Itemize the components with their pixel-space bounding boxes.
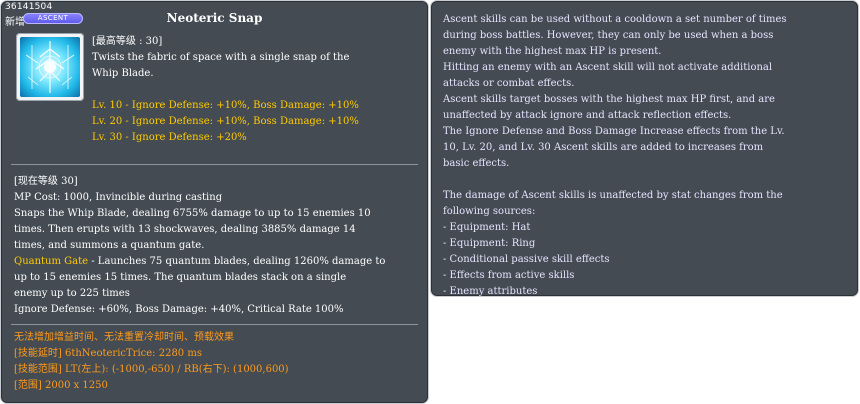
ascent-info-line: - Equipment: Ring	[443, 238, 536, 249]
level-bonus-30: Lv. 30 - Ignore Defense: +20%	[92, 132, 247, 143]
current-level-label: [现在等级 30]	[14, 176, 78, 187]
note-line-1: 无法增加增益时间、无法重置冷却时间、预载效果	[14, 332, 234, 343]
skill-icon-frame	[16, 33, 84, 101]
ascent-info-line: - Effects from active skills	[443, 270, 575, 281]
note-line-3: [技能范围] LT(左上): (-1000,-650) / RB(右下): (1…	[14, 364, 289, 375]
skill-title: Neoteric Snap	[166, 11, 263, 25]
divider	[11, 164, 418, 165]
level-bonus-20: Lv. 20 - Ignore Defense: +10%, Boss Dama…	[92, 116, 359, 127]
quantum-gate-line: Quantum Gate - Launches 75 quantum blade…	[14, 254, 385, 270]
ascent-info-line: - Equipment: Hat	[443, 222, 531, 233]
ascent-info-line: - Enemy attributes	[443, 286, 538, 297]
neoteric-snap-skill-icon	[20, 37, 80, 97]
ascent-info-line: The Ignore Defense and Boss Damage Incre…	[443, 126, 785, 137]
quantum-gate-text: - Launches 75 quantum blades, dealing 12…	[88, 256, 386, 267]
description-line-1: Twists the fabric of space with a single…	[92, 52, 350, 63]
max-level-label: [最高等级 : 30]	[92, 36, 163, 47]
divider	[11, 324, 418, 325]
effect-line-1: Snaps the Whip Blade, dealing 6755% dama…	[14, 208, 371, 219]
effect-line-3: times, and summons a quantum gate.	[14, 240, 205, 251]
ascent-info-line: enemy with the highest max HP is present…	[443, 46, 662, 57]
ascent-info-line: during boss battles. However, they can o…	[443, 30, 774, 41]
ascent-info-line: unaffected by attack ignore and attack r…	[443, 110, 732, 121]
ascent-info-line: attacks or combat effects.	[443, 78, 575, 89]
effect-line-2: times. Then erupts with 13 shockwaves, d…	[14, 224, 356, 235]
bonus-stats-line: Ignore Defense: +60%, Boss Damage: +40%,…	[14, 304, 344, 315]
quantum-gate-line-3: enemy up to 225 times	[14, 288, 130, 299]
level-bonus-10: Lv. 10 - Ignore Defense: +10%, Boss Dama…	[92, 100, 359, 111]
ascent-info-line: Ascent skills can be used without a cool…	[443, 14, 787, 25]
ascent-info-line: 10, Lv. 20, and Lv. 30 Ascent skills are…	[443, 142, 764, 153]
ascent-info-line: - Conditional passive skill effects	[443, 254, 610, 265]
quantum-gate-label: Quantum Gate	[14, 256, 89, 267]
ascent-info-line: basic effects.	[443, 158, 510, 169]
quantum-gate-line-2: up to 15 enemies 15 times. The quantum b…	[14, 272, 347, 283]
ascent-info-line: following sources:	[443, 206, 536, 217]
note-line-4: [范围] 2000 x 1250	[14, 380, 108, 391]
note-line-2: [技能延时] 6thNeotericTrice: 2280 ms	[14, 348, 202, 359]
ascent-info-line: Ascent skills target bosses with the hig…	[443, 94, 775, 105]
skill-tooltip-panel: 36141504 新增 ASCENT Neoteric Snap [最高等级:…	[0, 0, 429, 404]
ascent-info-line: The damage of Ascent skills is unaffecte…	[443, 190, 783, 201]
ascent-info-line: Hitting an enemy with an Ascent skill wi…	[443, 62, 773, 73]
description-line-2: Whip Blade.	[92, 68, 154, 79]
ascent-info-panel: Ascent skills can be used without a cool…	[430, 0, 859, 297]
mp-cost-text: MP Cost: 1000, Invincible during casting	[14, 192, 223, 203]
